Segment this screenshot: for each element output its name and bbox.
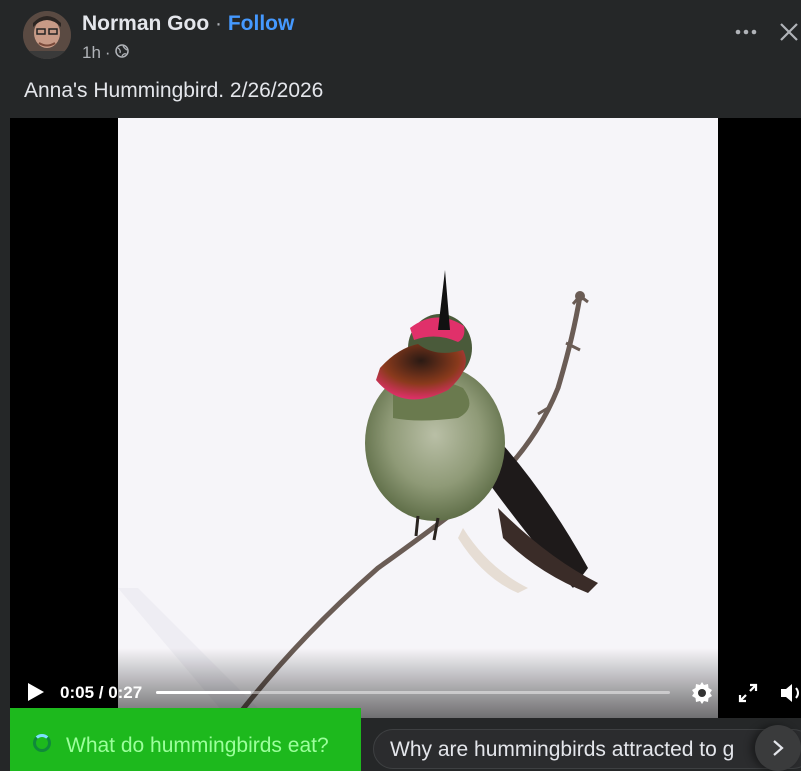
settings-icon[interactable] [689, 680, 715, 706]
close-icon[interactable] [777, 20, 801, 44]
suggestion-chip-hummingbirds-attracted[interactable]: Why are hummingbirds attracted to g [373, 729, 801, 769]
author-separator: · [215, 12, 223, 35]
post-meta: 1h · [82, 43, 129, 63]
author-avatar[interactable] [23, 11, 71, 59]
hummingbird-image [118, 270, 598, 718]
video-progress-fill [156, 691, 252, 694]
more-options-icon[interactable] [733, 22, 759, 42]
globe-icon[interactable] [114, 43, 129, 63]
video-progress-bar[interactable] [156, 691, 670, 694]
suggestion-label: Why are hummingbirds attracted to g [390, 738, 735, 761]
volume-icon[interactable] [778, 680, 801, 706]
post-caption: Anna's Hummingbird. 2/26/2026 [24, 79, 324, 102]
chevron-right-icon[interactable] [755, 725, 801, 771]
author-line: Norman Goo · Follow [82, 12, 294, 36]
post-timestamp[interactable]: 1h [82, 43, 101, 63]
play-icon[interactable] [24, 681, 46, 703]
meta-separator: · [104, 43, 111, 62]
follow-link[interactable]: Follow [228, 12, 295, 35]
suggestion-chip-hummingbirds-eat[interactable]: What do hummingbirds eat? [10, 708, 361, 771]
video-frame[interactable] [118, 118, 718, 718]
post-header: Norman Goo · Follow 1h · Anna's Hummingb… [0, 0, 801, 118]
video-time: 0:05 / 0:27 [60, 683, 143, 702]
loading-spinner-icon [33, 734, 51, 752]
suggestion-bar: What do hummingbirds eat? Why are hummin… [0, 708, 801, 771]
author-name[interactable]: Norman Goo [82, 12, 209, 35]
video-player[interactable]: 0:05 / 0:27 [10, 118, 801, 718]
suggestion-label: What do hummingbirds eat? [66, 734, 329, 757]
fullscreen-icon[interactable] [737, 682, 759, 704]
